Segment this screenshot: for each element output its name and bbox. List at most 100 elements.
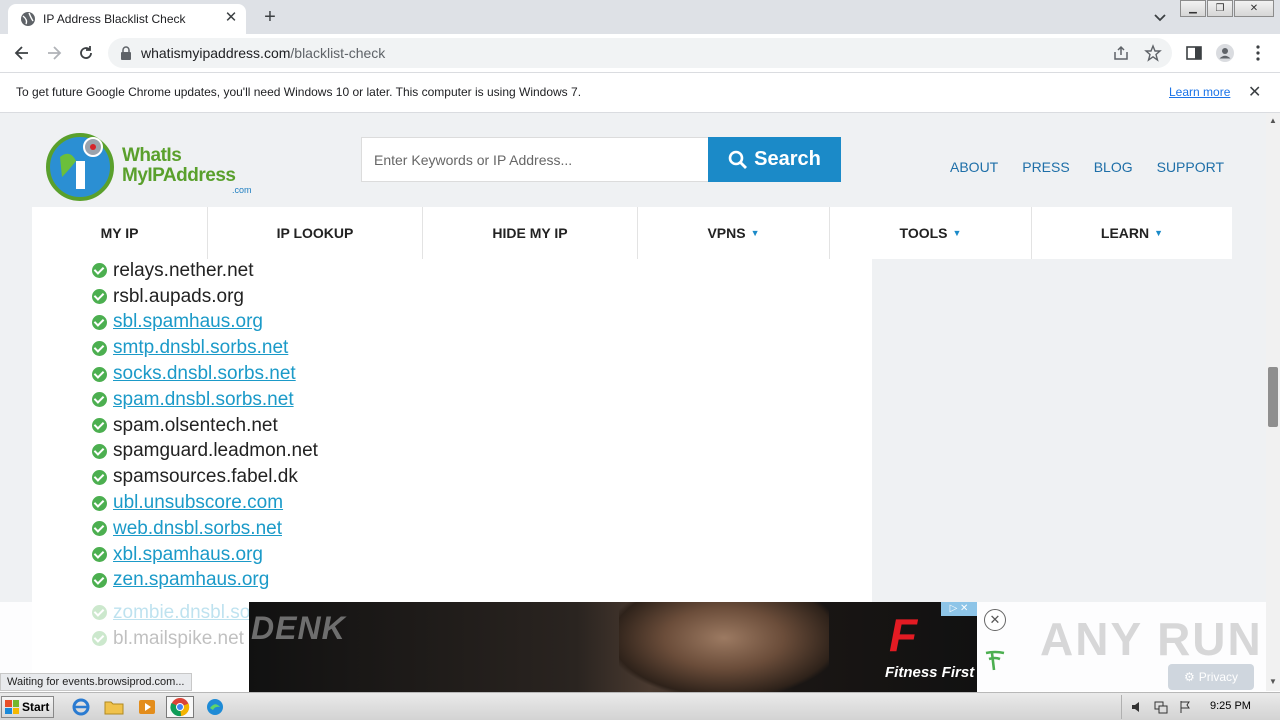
check-circle-icon [92, 572, 107, 588]
check-circle-icon [92, 263, 107, 279]
more-menu-icon[interactable] [1248, 43, 1268, 63]
dropdown-caret-icon: ▼ [952, 228, 962, 238]
blacklist-link[interactable]: socks.dnsbl.sorbs.net [113, 363, 296, 385]
blacklist-link[interactable]: zombie.dnsbl.so [113, 602, 250, 624]
check-circle-icon [92, 495, 107, 511]
scroll-up-icon[interactable]: ▲ [1269, 116, 1277, 125]
blacklist-link[interactable]: spam.dnsbl.sorbs.net [113, 389, 294, 411]
search-button[interactable]: Search [708, 137, 841, 182]
check-circle-icon [92, 631, 107, 647]
new-tab-button[interactable]: + [258, 5, 282, 29]
edge-icon[interactable] [204, 697, 226, 717]
blacklist-name: bl.mailspike.net [113, 627, 244, 649]
ad-choices-icon[interactable]: ▷ ✕ [941, 602, 977, 616]
blacklist-link[interactable]: web.dnsbl.sorbs.net [113, 518, 282, 540]
nav-hide-my-ip[interactable]: HIDE MY IP [423, 207, 638, 259]
scroll-thumb[interactable] [1268, 367, 1278, 427]
reload-icon[interactable] [76, 43, 96, 63]
lock-icon[interactable] [120, 46, 132, 60]
top-link-blog[interactable]: BLOG [1094, 159, 1133, 175]
folder-icon[interactable] [103, 697, 125, 717]
dropdown-caret-icon: ▼ [750, 228, 760, 238]
top-link-support[interactable]: SUPPORT [1157, 159, 1224, 175]
update-infobar: To get future Google Chrome updates, you… [0, 72, 1280, 113]
gear-icon: ⚙ [1183, 670, 1195, 684]
chrome-icon [170, 698, 190, 717]
blacklist-item[interactable]: smtp.dnsbl.sorbs.net [92, 335, 318, 361]
search-box [361, 137, 709, 182]
blacklist-link[interactable]: smtp.dnsbl.sorbs.net [113, 337, 288, 359]
top-links: ABOUT PRESS BLOG SUPPORT [950, 159, 1248, 175]
share-icon[interactable] [1112, 44, 1130, 62]
top-link-about[interactable]: ABOUT [950, 159, 998, 175]
chevron-down-icon[interactable] [1150, 7, 1170, 27]
blacklist-name: rsbl.aupads.org [113, 285, 244, 307]
windows-taskbar: Start 9:25 PM [0, 692, 1280, 720]
address-bar[interactable]: whatismyipaddress.com/blacklist-check [108, 38, 1172, 68]
site-logo[interactable]: WhatIs MyIPAddress .com [46, 129, 266, 201]
nav-vpns[interactable]: VPNS ▼ [638, 207, 830, 259]
scroll-down-icon[interactable]: ▼ [1269, 677, 1277, 686]
chrome-taskbar-button[interactable] [166, 696, 194, 718]
blacklist-name: spamguard.leadmon.net [113, 440, 318, 462]
blacklist-item[interactable]: socks.dnsbl.sorbs.net [92, 361, 318, 387]
check-circle-icon [92, 605, 107, 621]
learn-more-link[interactable]: Learn more [1169, 85, 1230, 99]
blacklist-list-faded: zombie.dnsbl.so bl.mailspike.net [92, 600, 250, 652]
logo-text-dotcom: .com [232, 185, 252, 195]
window-controls: ▁ ❐ ✕ [1180, 0, 1276, 18]
profile-avatar-icon[interactable] [1215, 43, 1235, 63]
browser-tab[interactable]: IP Address Blacklist Check ✕ [8, 4, 246, 34]
nav-tools[interactable]: TOOLS ▼ [830, 207, 1032, 259]
nav-learn[interactable]: LEARN ▼ [1032, 207, 1232, 259]
ad-logo-letter: F [889, 609, 918, 661]
infobar-close-icon[interactable]: ✕ [1248, 82, 1261, 102]
back-arrow-icon[interactable] [12, 43, 32, 63]
taskbar-clock[interactable]: 9:25 PM [1210, 700, 1251, 712]
internet-explorer-icon[interactable] [70, 697, 92, 717]
blacklist-item[interactable]: ubl.unsubscore.com [92, 490, 318, 516]
check-circle-icon [92, 418, 107, 434]
restore-button[interactable]: ❐ [1207, 0, 1233, 17]
privacy-badge[interactable]: ⚙ Privacy [1168, 664, 1254, 690]
freestar-icon[interactable] [983, 649, 1007, 673]
search-icon [728, 150, 748, 169]
globe-icon [21, 12, 35, 26]
tab-close-icon[interactable]: ✕ [222, 9, 240, 27]
page-scrollbar[interactable]: ▲ ▼ [1266, 113, 1280, 691]
blacklist-item[interactable]: xbl.spamhaus.org [92, 542, 318, 568]
blacklist-link[interactable]: zen.spamhaus.org [113, 569, 269, 591]
start-button[interactable]: Start [1, 696, 54, 718]
ad-close-button[interactable]: ✕ [984, 609, 1006, 631]
minimize-button[interactable]: ▁ [1180, 0, 1206, 17]
check-circle-icon [92, 547, 107, 563]
side-panel-icon[interactable] [1184, 43, 1204, 63]
blacklist-item: rsbl.aupads.org [92, 284, 318, 310]
blacklist-item[interactable]: spam.dnsbl.sorbs.net [92, 387, 318, 413]
volume-icon[interactable] [1130, 700, 1144, 714]
forward-arrow-icon[interactable] [44, 43, 64, 63]
anyrun-watermark: ANY RUN [1040, 613, 1263, 665]
logo-text-myipaddress: MyIPAddress [122, 165, 236, 186]
blacklist-link[interactable]: ubl.unsubscore.com [113, 492, 283, 514]
media-player-icon[interactable] [136, 697, 158, 717]
search-input[interactable] [362, 138, 708, 181]
blacklist-item[interactable]: zombie.dnsbl.so [92, 600, 250, 626]
system-tray: 9:25 PM [1121, 695, 1280, 719]
tab-title: IP Address Blacklist Check [43, 12, 186, 26]
ad-image [619, 602, 829, 692]
bookmark-star-icon[interactable] [1144, 44, 1162, 62]
blacklist-link[interactable]: xbl.spamhaus.org [113, 544, 263, 566]
close-window-button[interactable]: ✕ [1234, 0, 1274, 17]
ad-banner[interactable]: DENK F Fitness First ▷ ✕ [249, 602, 977, 692]
top-link-press[interactable]: PRESS [1022, 159, 1069, 175]
action-center-flag-icon[interactable] [1178, 700, 1192, 714]
blacklist-item[interactable]: web.dnsbl.sorbs.net [92, 516, 318, 542]
logo-text-whatis: WhatIs [122, 145, 182, 166]
blacklist-item[interactable]: sbl.spamhaus.org [92, 310, 318, 336]
ad-brand-text: DENK [251, 610, 346, 646]
blacklist-link[interactable]: sbl.spamhaus.org [113, 311, 263, 333]
network-icon[interactable] [1154, 700, 1168, 714]
blacklist-item: spamsources.fabel.dk [92, 464, 318, 490]
blacklist-item[interactable]: zen.spamhaus.org [92, 568, 318, 594]
